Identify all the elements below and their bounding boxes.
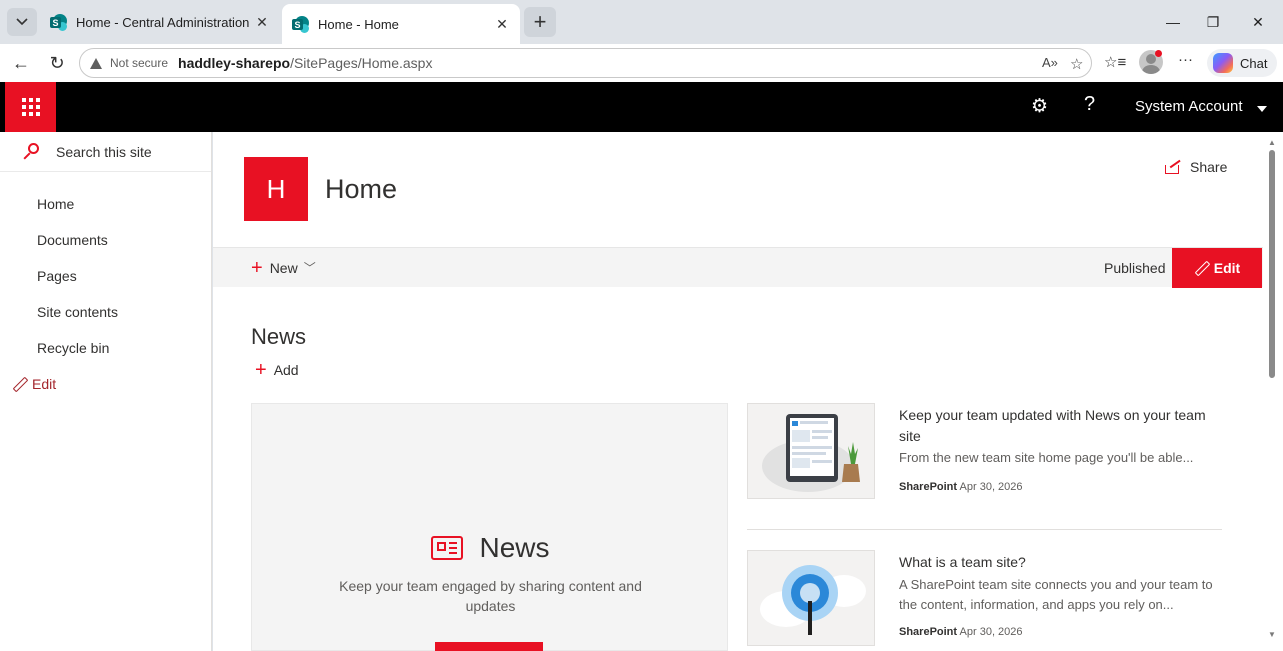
help-icon[interactable]: ? xyxy=(1084,93,1095,116)
search-icon xyxy=(22,141,44,163)
site-search-box[interactable]: Search this site xyxy=(0,132,211,172)
news-item-title[interactable]: What is a team site? xyxy=(899,552,1221,573)
news-item-meta: SharePoint Apr 30, 2026 xyxy=(899,626,1023,638)
page-status: Published xyxy=(1104,260,1166,276)
news-thumbnail xyxy=(747,550,875,646)
news-icon xyxy=(431,536,464,560)
news-item-author: SharePoint xyxy=(899,626,958,638)
add-label: Add xyxy=(273,362,299,378)
browser-toolbar: ← ↻ Not secure haddley-sharepo/SitePages… xyxy=(0,44,1283,82)
news-placeholder-title: News xyxy=(252,532,729,564)
address-bar[interactable]: Not secure haddley-sharepo/SitePages/Hom… xyxy=(79,48,1092,78)
copilot-icon xyxy=(1213,53,1233,73)
browser-tab-strip: S Home - Central Administration ✕ S Home… xyxy=(0,0,1283,44)
search-placeholder: Search this site xyxy=(56,143,152,160)
chevron-down-icon: ﹀ xyxy=(303,261,316,275)
share-button[interactable]: Share xyxy=(1165,159,1227,175)
chat-label: Chat xyxy=(1240,55,1268,71)
news-thumbnail xyxy=(747,403,875,499)
site-title[interactable]: Home xyxy=(325,174,397,205)
share-label: Share xyxy=(1190,159,1228,175)
sharepoint-icon: S xyxy=(292,16,310,33)
more-options-icon[interactable]: ··· xyxy=(1178,51,1193,68)
nav-item-pages[interactable]: Pages xyxy=(37,268,77,284)
nav-item-site-contents[interactable]: Site contents xyxy=(37,304,118,320)
news-item-date: Apr 30, 2026 xyxy=(959,626,1023,638)
tab-home[interactable]: S Home - Home ✕ xyxy=(282,4,520,44)
restore-button[interactable]: ❐ xyxy=(1198,10,1228,34)
notification-dot xyxy=(1155,50,1162,57)
url-path: /SitePages/Home.aspx xyxy=(290,55,433,71)
news-item[interactable]: Keep your team updated with News on your… xyxy=(747,403,1222,503)
back-button[interactable]: ← xyxy=(8,50,34,76)
left-navigation: Search this site Home Documents Pages Si… xyxy=(0,132,212,651)
new-label: New xyxy=(269,259,298,276)
pencil-icon xyxy=(12,377,26,391)
news-placeholder-text: Keep your team engaged by sharing conten… xyxy=(339,578,642,614)
refresh-button[interactable]: ↻ xyxy=(44,50,70,76)
chevron-down-icon[interactable] xyxy=(1257,106,1267,112)
new-button[interactable]: + New ﹀ xyxy=(251,256,316,279)
edit-label: Edit xyxy=(1213,260,1241,276)
tab-list-button[interactable] xyxy=(7,8,37,36)
news-item[interactable]: What is a team site? A SharePoint team s… xyxy=(747,550,1222,651)
nav-item-recycle-bin[interactable]: Recycle bin xyxy=(37,340,109,356)
share-icon xyxy=(1165,159,1181,174)
settings-gear-icon[interactable]: ⚙ xyxy=(1031,95,1048,118)
warning-icon xyxy=(90,57,102,69)
app-launcher-icon[interactable] xyxy=(5,82,56,132)
scroll-down-icon[interactable]: ▼ xyxy=(1268,630,1276,639)
news-item-date: Apr 30, 2026 xyxy=(959,481,1023,493)
scroll-up-icon[interactable]: ▲ xyxy=(1268,138,1276,147)
sharepoint-icon: S xyxy=(50,14,68,31)
account-name[interactable]: System Account xyxy=(1135,98,1243,115)
command-bar: + New ﹀ Published Edit xyxy=(213,247,1263,288)
chat-button[interactable]: Chat xyxy=(1207,49,1277,77)
news-item-meta: SharePoint Apr 30, 2026 xyxy=(899,481,1023,493)
news-placeholder-card[interactable]: News Keep your team engaged by sharing c… xyxy=(251,403,728,651)
news-divider xyxy=(747,529,1222,530)
news-section-heading: News xyxy=(251,324,307,349)
nav-item-documents[interactable]: Documents xyxy=(37,232,108,248)
nav-item-home[interactable]: Home xyxy=(37,196,74,212)
news-placeholder-heading: News xyxy=(479,532,550,563)
suite-bar: ⚙ ? System Account xyxy=(0,82,1283,132)
nav-edit-label: Edit xyxy=(32,376,57,392)
nav-edit-link[interactable]: Edit xyxy=(12,376,56,392)
new-tab-button[interactable]: + xyxy=(524,7,556,37)
minimize-button[interactable]: — xyxy=(1158,10,1188,34)
chevron-down-icon xyxy=(16,18,28,26)
site-logo[interactable]: H xyxy=(244,157,308,221)
pencil-icon xyxy=(1194,261,1208,275)
scroll-thumb[interactable] xyxy=(1269,150,1275,378)
favorite-star-icon[interactable]: ☆ xyxy=(1070,55,1083,73)
add-news-cta[interactable] xyxy=(435,642,543,651)
plus-icon: + xyxy=(255,359,267,381)
main-content: H Home Share + New ﹀ Published Edit News… xyxy=(213,132,1263,651)
tab-title: Home - Central Administration xyxy=(76,14,250,30)
close-icon[interactable]: ✕ xyxy=(254,14,270,31)
news-item-description: A SharePoint team site connects you and … xyxy=(899,577,1213,612)
tab-title: Home - Home xyxy=(318,16,399,32)
news-item-title[interactable]: Keep your team updated with News on your… xyxy=(899,405,1221,447)
add-news-button[interactable]: + Add xyxy=(255,359,299,381)
close-window-button[interactable]: ✕ xyxy=(1243,10,1273,34)
page-scrollbar[interactable]: ▲ ▼ xyxy=(1263,132,1283,651)
tab-central-administration[interactable]: S Home - Central Administration ✕ xyxy=(40,5,280,39)
favorites-icon[interactable]: ☆≡ xyxy=(1104,53,1126,71)
url-host: haddley-sharepo xyxy=(178,55,291,71)
edit-page-button[interactable]: Edit xyxy=(1172,248,1262,288)
read-aloud-icon[interactable]: A» xyxy=(1042,55,1058,70)
close-icon[interactable]: ✕ xyxy=(494,16,510,33)
news-item-description: From the new team site home page you'll … xyxy=(899,450,1194,465)
security-label[interactable]: Not secure xyxy=(110,56,168,70)
news-item-author: SharePoint xyxy=(899,481,958,493)
plus-icon: + xyxy=(251,256,263,279)
